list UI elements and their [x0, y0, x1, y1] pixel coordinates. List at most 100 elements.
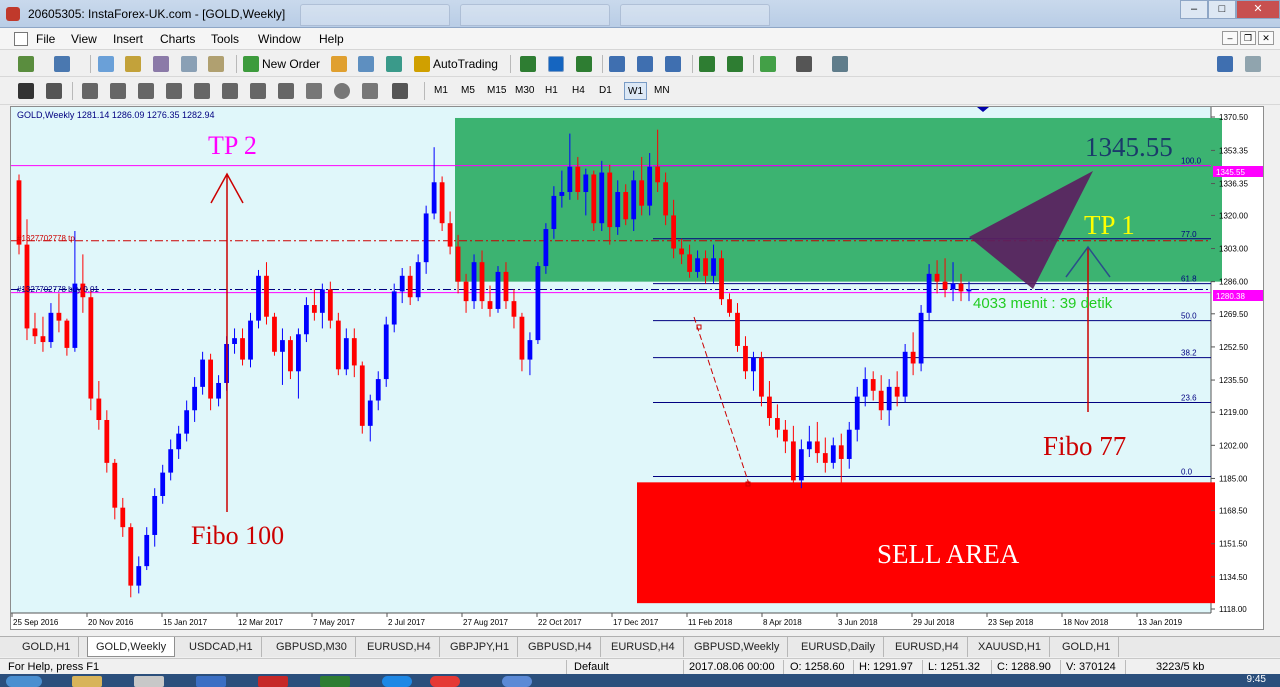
- zoom-in-icon[interactable]: [609, 56, 625, 72]
- tile-windows-icon[interactable]: [665, 56, 681, 72]
- tab-gold-h1[interactable]: GOLD,H1: [14, 637, 80, 657]
- background-tab[interactable]: [460, 4, 610, 26]
- tab-eurusd-h4-2[interactable]: EURUSD,H4: [603, 637, 684, 657]
- tab-gold-weekly[interactable]: GOLD,Weekly: [87, 637, 176, 657]
- menu-bar: File View Insert Charts Tools Window Hel…: [0, 28, 1280, 50]
- menu-file[interactable]: File: [36, 32, 55, 46]
- close-button[interactable]: ✕: [1236, 0, 1280, 19]
- mdi-close-button[interactable]: ✕: [1258, 31, 1274, 45]
- autoscroll-icon[interactable]: [699, 56, 715, 72]
- tab-eurusd-daily[interactable]: EURUSD,Daily: [793, 637, 884, 657]
- templates-icon[interactable]: [832, 56, 848, 72]
- menu-window[interactable]: Window: [258, 32, 301, 46]
- timeframe-h4[interactable]: H4: [569, 82, 588, 100]
- new-order-button[interactable]: New Order: [262, 57, 320, 71]
- word-icon[interactable]: [196, 676, 226, 687]
- zoom-out-icon[interactable]: [637, 56, 653, 72]
- autotrading-icon[interactable]: [414, 56, 430, 72]
- tab-gbpjpy-h1[interactable]: GBPJPY,H1: [442, 637, 519, 657]
- excel-icon[interactable]: [320, 676, 350, 687]
- menu-charts[interactable]: Charts: [160, 32, 195, 46]
- ellipse-icon[interactable]: [334, 83, 350, 99]
- maximize-button[interactable]: □: [1208, 0, 1236, 19]
- strategy-tester-icon[interactable]: [208, 56, 224, 72]
- browser-icon[interactable]: [502, 676, 532, 687]
- menu-help[interactable]: Help: [319, 32, 344, 46]
- data-window-icon[interactable]: [153, 56, 169, 72]
- menu-insert[interactable]: Insert: [113, 32, 143, 46]
- periods-icon[interactable]: [796, 56, 812, 72]
- opera-icon[interactable]: [430, 676, 460, 687]
- vertical-line-icon[interactable]: [82, 83, 98, 99]
- candle-body: [136, 566, 142, 586]
- timeframe-m15[interactable]: M15: [484, 82, 509, 100]
- menu-tools[interactable]: Tools: [211, 32, 239, 46]
- mdi-restore-button[interactable]: ❐: [1240, 31, 1256, 45]
- market-icon[interactable]: [386, 56, 402, 72]
- timeframe-m30[interactable]: M30: [512, 82, 537, 100]
- fibonacci-icon[interactable]: [194, 83, 210, 99]
- candle-body: [663, 182, 669, 216]
- triangle-icon[interactable]: [362, 83, 378, 99]
- tab-gbpusd-m30[interactable]: GBPUSD,M30: [268, 637, 356, 657]
- tab-eurusd-h4[interactable]: EURUSD,H4: [359, 637, 440, 657]
- trendline-icon[interactable]: [138, 83, 154, 99]
- explorer-icon[interactable]: [72, 676, 102, 687]
- arrows-icon[interactable]: [392, 83, 408, 99]
- rectangle-icon[interactable]: [306, 83, 322, 99]
- text-label-icon[interactable]: [250, 83, 266, 99]
- settings-icon[interactable]: [258, 676, 288, 687]
- terminal-icon[interactable]: [181, 56, 197, 72]
- indicators-icon[interactable]: [760, 56, 776, 72]
- bar-chart-icon[interactable]: [520, 56, 536, 72]
- tab-gbpusd-weekly[interactable]: GBPUSD,Weekly: [686, 637, 789, 657]
- chart-window-icon[interactable]: [14, 32, 28, 46]
- autotrading-button[interactable]: AutoTrading: [433, 57, 498, 71]
- telegram-icon[interactable]: [382, 676, 412, 687]
- chart-window[interactable]: 100.0 77.0 61.8 50.0 38.2 23.6 0.0 GOLD,Weekly…: [10, 106, 1264, 630]
- fibo77-label: Fibo 77: [1043, 431, 1126, 461]
- menu-view[interactable]: View: [71, 32, 97, 46]
- line-chart-icon[interactable]: [576, 56, 592, 72]
- timeframe-m5[interactable]: M5: [458, 82, 478, 100]
- arrow-label-icon[interactable]: [278, 83, 294, 99]
- metaeditor-icon[interactable]: [331, 56, 347, 72]
- signals-icon[interactable]: [358, 56, 374, 72]
- chat-icon[interactable]: [1245, 56, 1261, 72]
- text-icon[interactable]: [222, 83, 238, 99]
- market-watch-icon[interactable]: [98, 56, 114, 72]
- candle-body: [886, 386, 892, 411]
- timeframe-m1[interactable]: M1: [431, 82, 451, 100]
- tab-gold-h1-2[interactable]: GOLD,H1: [1054, 637, 1120, 657]
- equidistant-channel-icon[interactable]: [166, 83, 182, 99]
- candle-body: [671, 215, 677, 249]
- new-chart-icon[interactable]: [18, 56, 34, 72]
- app-icon[interactable]: [134, 676, 164, 687]
- candle-body: [655, 166, 661, 183]
- navigator-icon[interactable]: [125, 56, 141, 72]
- mdi-minimize-button[interactable]: –: [1222, 31, 1238, 45]
- background-tab[interactable]: [620, 4, 770, 26]
- timeframe-h1[interactable]: H1: [542, 82, 561, 100]
- tab-xauusd-h1[interactable]: XAUUSD,H1: [970, 637, 1050, 657]
- new-order-icon[interactable]: [243, 56, 259, 72]
- tab-eurusd-h4-3[interactable]: EURUSD,H4: [887, 637, 968, 657]
- minimize-button[interactable]: –: [1180, 0, 1208, 19]
- timeframe-mn[interactable]: MN: [651, 82, 673, 100]
- tab-usdcad-h1[interactable]: USDCAD,H1: [181, 637, 262, 657]
- crosshair-icon[interactable]: [46, 83, 62, 99]
- tab-gbpusd-h4[interactable]: GBPUSD,H4: [520, 637, 601, 657]
- horizontal-line-icon[interactable]: [110, 83, 126, 99]
- profiles-icon[interactable]: [54, 56, 70, 72]
- search-icon[interactable]: [1217, 56, 1233, 72]
- candlestick-chart-icon[interactable]: [548, 56, 564, 72]
- timeframe-w1[interactable]: W1: [624, 82, 647, 100]
- cursor-icon[interactable]: [18, 83, 34, 99]
- start-icon[interactable]: [6, 676, 42, 687]
- background-tab[interactable]: [300, 4, 450, 26]
- chart-shift-icon[interactable]: [727, 56, 743, 72]
- candle-body: [120, 507, 126, 528]
- candle-body: [200, 359, 206, 387]
- timeframe-d1[interactable]: D1: [596, 82, 615, 100]
- price-chart[interactable]: 100.0 77.0 61.8 50.0 38.2 23.6 0.0 GOLD,Weekly…: [11, 107, 1263, 629]
